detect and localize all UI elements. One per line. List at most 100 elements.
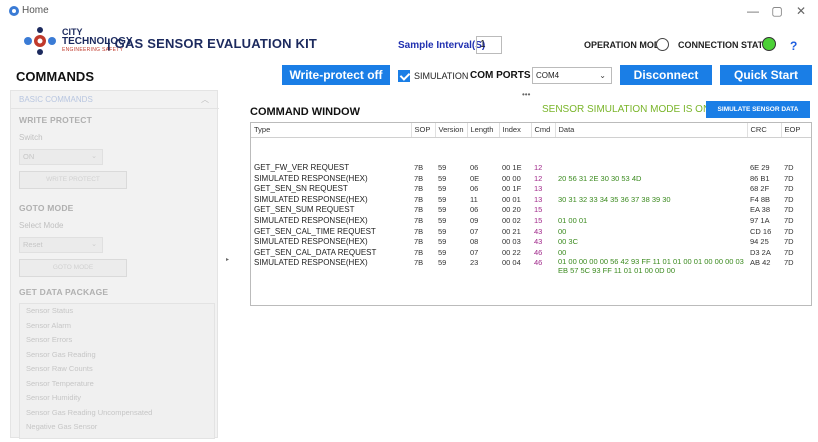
cell-length: 08 xyxy=(470,237,479,247)
simulation-checkbox[interactable] xyxy=(398,70,410,82)
cell-cmd: 43 xyxy=(534,237,543,247)
cell-length: 06 xyxy=(470,163,479,172)
cell-version: 59 xyxy=(438,163,447,172)
column-header-index[interactable]: Index xyxy=(499,123,532,138)
cell-sop: 7B xyxy=(414,226,424,236)
table-row[interactable]: GET_FW_VER REQUEST 7B 59 06 00 1E 12 6E 29 7D xyxy=(251,163,811,174)
cell-crc: 86 B1 xyxy=(750,173,770,183)
list-item[interactable]: Sensor Humidity xyxy=(20,391,214,406)
more-options-icon[interactable]: ••• xyxy=(522,90,530,99)
cell-length: 07 xyxy=(470,247,479,257)
column-header-length[interactable]: Length xyxy=(467,123,500,138)
list-item[interactable]: Sensor Gas Reading Uncompensated xyxy=(20,406,214,421)
cell-length: 06 xyxy=(470,184,479,194)
disconnect-button[interactable]: Disconnect xyxy=(620,65,712,85)
cell-length: 09 xyxy=(470,215,479,225)
cell-index: 00 22 xyxy=(502,247,521,257)
basic-commands-header[interactable]: BASIC COMMANDS ︿ xyxy=(11,91,219,109)
cell-eop: 7D xyxy=(784,163,794,172)
connection-status-label: CONNECTION STATUS xyxy=(678,40,776,50)
column-header-cmd[interactable]: Cmd xyxy=(531,123,556,138)
cell-eop: 7D xyxy=(784,237,794,247)
table-row[interactable]: SIMULATED RESPONSE(HEX) 7B 59 08 00 03 43 00 3… xyxy=(251,237,811,248)
simulate-sensor-data-button[interactable]: SIMULATE SENSOR DATA xyxy=(706,101,810,118)
cell-version: 59 xyxy=(438,247,447,257)
list-item[interactable]: Negative Gas Sensor xyxy=(20,420,214,435)
switch-value: ON xyxy=(23,152,35,161)
operation-mode-label: OPERATION MODE xyxy=(584,40,667,50)
list-item[interactable]: Sensor Gas Reading xyxy=(20,348,214,363)
commands-panel: BASIC COMMANDS ︿ WRITE PROTECT Switch ON… xyxy=(10,90,219,439)
basic-commands-label: BASIC COMMANDS xyxy=(19,95,93,104)
column-header-sop[interactable]: SOP xyxy=(411,123,436,138)
cell-sop: 7B xyxy=(414,205,424,215)
column-header-type[interactable]: Type xyxy=(251,123,412,138)
column-header-data[interactable]: Data xyxy=(555,123,748,138)
cell-version: 59 xyxy=(438,173,447,183)
list-item[interactable]: Sensor Errors xyxy=(20,333,214,348)
table-row[interactable]: GET_SEN_CAL_TIME REQUEST 7B 59 07 00 21 43 00 C… xyxy=(251,226,811,238)
switch-select[interactable]: ON ⌄ xyxy=(19,149,103,165)
minimize-icon[interactable]: — xyxy=(742,3,764,19)
cell-type: SIMULATED RESPONSE(HEX) xyxy=(254,237,368,247)
collapse-panel-icon[interactable]: ▸ xyxy=(226,256,229,263)
cell-length: 06 xyxy=(470,205,479,215)
table-row[interactable]: GET_SEN_CAL_DATA REQUEST 7B 59 07 00 22 46 00 D… xyxy=(251,247,811,259)
write-protect-button[interactable]: WRITE PROTECT xyxy=(19,171,127,189)
cell-data xyxy=(555,163,747,174)
cell-index: 00 1E xyxy=(502,163,522,172)
cell-cmd: 46 xyxy=(534,258,543,268)
cell-type: GET_SEN_CAL_TIME REQUEST xyxy=(254,226,376,236)
table-row[interactable]: GET_SEN_SN REQUEST 7B 59 06 00 1F 13 68 2F 7D xyxy=(251,184,811,195)
list-item[interactable]: Sensor Status xyxy=(20,304,214,319)
cell-cmd: 12 xyxy=(534,163,543,172)
cell-index: 00 01 xyxy=(502,194,521,204)
cell-cmd: 13 xyxy=(534,184,543,194)
table-row[interactable]: SIMULATED RESPONSE(HEX) 7B 59 0E 00 00 12 20 5… xyxy=(251,173,811,185)
cell-cmd: 15 xyxy=(534,215,543,225)
goto-mode-title: GOTO MODE xyxy=(19,203,74,213)
table-row[interactable]: SIMULATED RESPONSE(HEX) 7B 59 11 00 01 13 30 3… xyxy=(251,194,811,206)
quick-start-button[interactable]: Quick Start xyxy=(720,65,812,85)
goto-mode-button[interactable]: GOTO MODE xyxy=(19,259,127,277)
command-window: ••• COMMAND WINDOW SENSOR SIMULATION MOD… xyxy=(248,90,812,436)
cell-cmd: 13 xyxy=(534,194,543,204)
write-protect-off-button[interactable]: Write-protect off xyxy=(282,65,390,85)
cell-eop: 7D xyxy=(784,184,794,194)
list-item[interactable]: Sensor Raw Counts xyxy=(20,362,214,377)
cell-version: 59 xyxy=(438,184,447,194)
operation-mode-indicator[interactable] xyxy=(656,38,669,51)
simulation-status-text: SENSOR SIMULATION MODE IS ON.. xyxy=(542,104,716,115)
command-table[interactable]: Type SOP Version Length Index Cmd Data C… xyxy=(250,122,812,306)
cell-sop: 7B xyxy=(414,184,424,194)
sample-interval-input[interactable]: 1 xyxy=(476,36,502,54)
cell-type: GET_FW_VER REQUEST xyxy=(254,163,350,172)
table-header-row: Type SOP Version Length Index Cmd Data C… xyxy=(251,123,811,138)
cell-version: 59 xyxy=(438,205,447,215)
cell-version: 59 xyxy=(438,237,447,247)
cell-length: 11 xyxy=(470,194,478,204)
column-header-version[interactable]: Version xyxy=(435,123,468,138)
data-package-list[interactable]: Sensor Status Sensor Alarm Sensor Errors… xyxy=(19,303,215,439)
cell-sop: 7B xyxy=(414,247,424,257)
mode-select[interactable]: Reset ⌄ xyxy=(19,237,103,253)
cell-data xyxy=(555,184,747,195)
sample-interval-label: Sample Interval(S) xyxy=(398,40,486,51)
com-port-select[interactable]: COM4 ⌄ xyxy=(532,67,612,84)
list-item[interactable]: Sensor Temperature xyxy=(20,377,214,392)
cell-crc: 94 25 xyxy=(750,237,769,247)
app-header: CITY TECHNOLOGY ENGINEERING SAFETY | GAS… xyxy=(0,22,818,62)
help-icon[interactable]: ? xyxy=(790,39,797,53)
close-icon[interactable]: ✕ xyxy=(790,3,812,19)
table-row[interactable]: GET_SEN_SUM REQUEST 7B 59 06 00 20 15 EA 38 7D xyxy=(251,205,811,216)
column-header-crc[interactable]: CRC xyxy=(747,123,782,138)
table-row[interactable]: SIMULATED RESPONSE(HEX) 7B 59 23 00 04 46 01 0… xyxy=(251,258,811,275)
maximize-icon[interactable]: ▢ xyxy=(766,3,788,19)
list-item[interactable]: Sensor Alarm xyxy=(20,319,214,334)
cell-length: 07 xyxy=(470,226,479,236)
cell-crc: F4 8B xyxy=(750,194,771,204)
table-row[interactable]: SIMULATED RESPONSE(HEX) 7B 59 09 00 02 15 01 0… xyxy=(251,215,811,227)
select-mode-label: Select Mode xyxy=(19,221,64,230)
column-header-eop[interactable]: EOP xyxy=(781,123,811,138)
cell-data: 30 31 32 33 34 35 36 37 38 39 30 xyxy=(558,194,671,204)
